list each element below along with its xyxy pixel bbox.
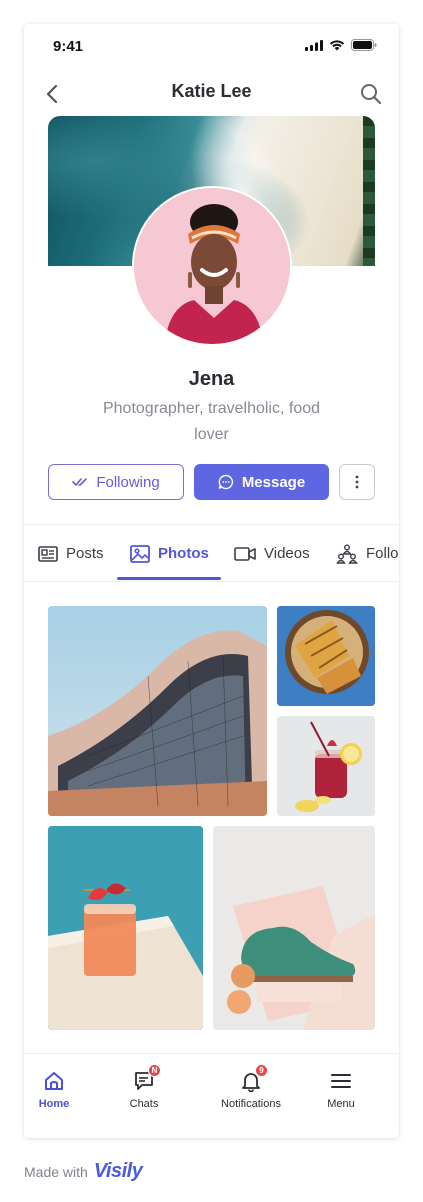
bottom-nav: Home N Chats 9 Notifications Menu bbox=[24, 1053, 399, 1138]
status-bar: 9:41 bbox=[24, 24, 399, 68]
image-icon bbox=[130, 544, 150, 563]
photo-image bbox=[213, 826, 375, 1030]
notifications-badge: 9 bbox=[255, 1064, 268, 1077]
tab-followers[interactable]: Follo bbox=[336, 525, 399, 582]
nav-label: Notifications bbox=[221, 1098, 281, 1110]
following-label: Following bbox=[96, 473, 160, 491]
photo-architecture[interactable] bbox=[48, 606, 267, 816]
photo-image bbox=[48, 606, 267, 816]
profile-name: Jena bbox=[188, 368, 235, 390]
profile-tabs: Posts Photos Videos Follo bbox=[24, 524, 399, 582]
status-icons bbox=[305, 39, 377, 51]
signal-icon bbox=[305, 39, 323, 51]
active-tab-indicator bbox=[117, 577, 221, 580]
tab-photos[interactable]: Photos bbox=[130, 525, 209, 582]
menu-icon bbox=[330, 1070, 352, 1092]
photo-sandwich[interactable] bbox=[277, 606, 375, 706]
photo-shoe[interactable] bbox=[213, 826, 375, 1030]
newspaper-icon bbox=[38, 545, 58, 562]
people-icon bbox=[336, 544, 358, 564]
visily-logo[interactable]: Visily bbox=[94, 1160, 143, 1183]
made-with-footer: Made with Visily bbox=[24, 1160, 143, 1183]
battery-icon bbox=[351, 39, 377, 51]
tab-videos[interactable]: Videos bbox=[234, 525, 310, 582]
double-check-icon bbox=[72, 478, 88, 486]
search-icon bbox=[361, 84, 382, 105]
header: Katie Lee bbox=[24, 76, 399, 120]
page-title: Katie Lee bbox=[171, 81, 252, 101]
tab-label: Videos bbox=[264, 545, 310, 562]
tab-label: Posts bbox=[66, 545, 104, 562]
message-label: Message bbox=[241, 473, 306, 491]
message-button[interactable]: Message bbox=[194, 464, 329, 500]
nav-chats[interactable]: N Chats bbox=[99, 1064, 189, 1110]
more-options-button[interactable] bbox=[339, 464, 375, 500]
chat-bubble-icon bbox=[218, 474, 233, 490]
photo-juice[interactable] bbox=[48, 826, 203, 1030]
photo-image bbox=[48, 826, 203, 1030]
wifi-icon bbox=[329, 40, 345, 51]
nav-label: Menu bbox=[327, 1098, 355, 1110]
more-vertical-icon bbox=[355, 475, 359, 489]
avatar-portrait bbox=[134, 188, 290, 344]
chats-badge: N bbox=[148, 1064, 161, 1077]
bell-icon: 9 bbox=[240, 1064, 268, 1093]
home-icon bbox=[43, 1070, 65, 1092]
nav-label: Chats bbox=[129, 1098, 159, 1110]
tab-posts[interactable]: Posts bbox=[38, 525, 104, 582]
avatar[interactable] bbox=[132, 186, 292, 346]
status-time: 9:41 bbox=[53, 38, 84, 55]
nav-label: Home bbox=[38, 1098, 70, 1110]
phone-frame: 9:41 Katie Lee Jena Photographer, travel… bbox=[24, 24, 399, 1138]
video-icon bbox=[234, 546, 256, 561]
made-with-text: Made with bbox=[24, 1163, 88, 1180]
photo-drink[interactable] bbox=[277, 716, 375, 816]
following-button[interactable]: Following bbox=[48, 464, 184, 500]
tab-label: Follo bbox=[366, 545, 399, 562]
nav-home[interactable]: Home bbox=[24, 1070, 99, 1110]
chat-icon: N bbox=[133, 1064, 161, 1092]
nav-notifications[interactable]: 9 Notifications bbox=[206, 1064, 296, 1110]
nav-menu[interactable]: Menu bbox=[296, 1070, 386, 1110]
tab-label: Photos bbox=[158, 545, 209, 562]
photo-image bbox=[277, 716, 375, 816]
photo-image bbox=[277, 606, 375, 706]
profile-bio: Photographer, travelholic, food lover bbox=[102, 400, 321, 443]
search-button[interactable] bbox=[357, 80, 385, 108]
